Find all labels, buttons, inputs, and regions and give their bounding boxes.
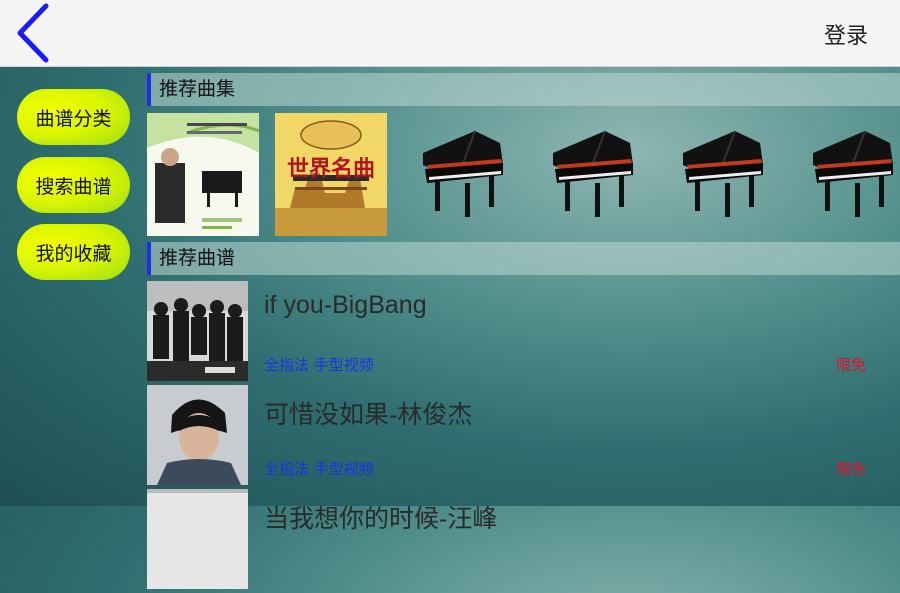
collection-item[interactable] — [535, 113, 647, 236]
free-badge: 限免 — [835, 460, 866, 478]
song-tags[interactable]: 全指法 手型视频 — [264, 354, 374, 375]
free-badge: 限免 — [835, 356, 866, 374]
song-thumbnail — [147, 385, 248, 485]
collection-item[interactable] — [147, 113, 260, 236]
song-title: 可惜没如果-林俊杰 — [264, 401, 473, 429]
song-thumbnail — [147, 489, 248, 589]
collection-item[interactable] — [665, 113, 777, 236]
collection-item[interactable] — [405, 113, 517, 236]
section-header-collections: 推荐曲集 — [147, 73, 900, 106]
song-list-item[interactable]: 当我想你的时候-汪峰 — [147, 489, 900, 589]
song-title: 当我想你的时候-汪峰 — [264, 505, 498, 533]
song-thumbnail — [147, 281, 248, 381]
section-header-scores: 推荐曲谱 — [147, 242, 900, 275]
my-favorites-button[interactable]: 我的收藏 — [17, 224, 130, 280]
search-scores-button[interactable]: 搜索曲谱 — [17, 157, 130, 213]
song-title: if you-BigBang — [264, 291, 427, 319]
song-list-item[interactable]: if you-BigBang 全指法 手型视频 限免 — [147, 281, 900, 381]
sidebar: 曲谱分类 搜索曲谱 我的收藏 — [0, 66, 140, 506]
collection-item[interactable]: 世界名曲 — [275, 113, 387, 236]
collections-carousel: 世界名曲 — [147, 113, 900, 236]
back-icon[interactable] — [10, 2, 60, 64]
category-button[interactable]: 曲谱分类 — [17, 89, 130, 145]
collection-title-text: 世界名曲 — [286, 156, 375, 182]
top-bar: 登录 — [0, 0, 900, 67]
song-list-item[interactable]: 可惜没如果-林俊杰 全指法 手型视频 限免 — [147, 385, 900, 485]
login-button[interactable]: 登录 — [824, 18, 868, 50]
song-tags[interactable]: 全指法 手型视频 — [264, 458, 374, 479]
collection-item[interactable] — [795, 113, 900, 236]
